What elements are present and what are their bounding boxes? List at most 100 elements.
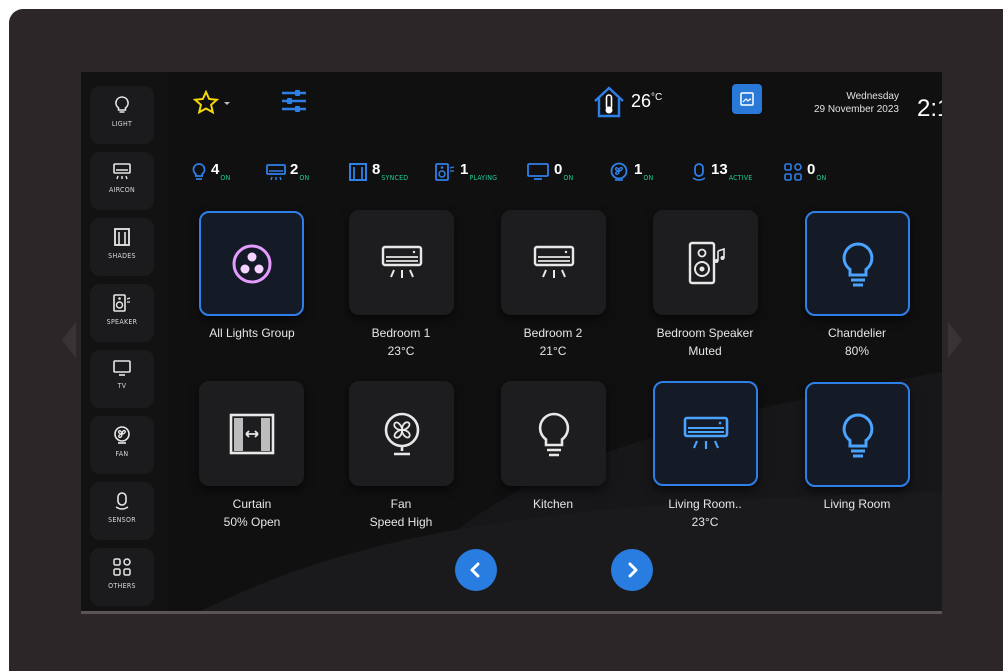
device-label: Curtain 50% Open bbox=[177, 495, 327, 531]
device-label: Kitchen bbox=[478, 495, 628, 513]
grid-icon bbox=[113, 558, 131, 576]
temperature-unit: °C bbox=[651, 92, 663, 103]
lights-group-icon bbox=[232, 244, 271, 283]
full-date: 29 November 2023 bbox=[813, 104, 899, 115]
device-tile-all-lights-group[interactable] bbox=[199, 211, 304, 316]
sidebar-item-speaker[interactable]: SPEAKER bbox=[90, 284, 154, 342]
curtain-icon bbox=[229, 413, 274, 454]
aircon-icon bbox=[266, 164, 286, 181]
fan-icon bbox=[384, 412, 419, 455]
device-name: Bedroom 2 bbox=[523, 326, 583, 340]
status-count: 0 bbox=[807, 161, 816, 178]
status-label: ON bbox=[220, 174, 231, 182]
device-state: Speed High bbox=[369, 515, 433, 529]
sensor-icon bbox=[115, 492, 129, 510]
sidebar-item-shades[interactable]: SHADES bbox=[90, 218, 154, 276]
device-state: 23°C bbox=[387, 344, 415, 358]
status-tv: 0 ON bbox=[526, 162, 573, 188]
image-icon bbox=[740, 92, 754, 106]
screen-bottom-edge bbox=[81, 611, 942, 614]
previous-page-button[interactable] bbox=[455, 549, 497, 591]
favorites-button[interactable] bbox=[192, 89, 233, 121]
touch-screen: LIGHT AIRCON SHADES SPEAKER TV FAN SENSO… bbox=[81, 72, 942, 611]
device-tile-kitchen[interactable] bbox=[501, 381, 606, 486]
lightbulb-icon bbox=[842, 241, 873, 286]
device-state: 23°C bbox=[691, 515, 719, 529]
aircon-icon bbox=[683, 416, 728, 449]
sidebar-item-tv[interactable]: TV bbox=[90, 350, 154, 408]
grid-icon bbox=[784, 163, 802, 181]
tv-icon bbox=[113, 360, 131, 376]
sidebar-item-aircon[interactable]: AIRCON bbox=[90, 152, 154, 210]
device-tile-bedroom-2[interactable] bbox=[501, 210, 606, 315]
status-label: ON bbox=[563, 174, 574, 182]
sidebar-item-label: SHADES bbox=[108, 252, 136, 260]
status-label: ON bbox=[643, 174, 654, 182]
status-count: 2 bbox=[290, 161, 299, 178]
device-label: Bedroom 2 21°C bbox=[478, 324, 628, 360]
chevron-right-icon bbox=[628, 562, 638, 578]
device-name: All Lights Group bbox=[209, 326, 295, 340]
sidebar-item-light[interactable]: LIGHT bbox=[90, 86, 154, 144]
sidebar-item-fan[interactable]: FAN bbox=[90, 416, 154, 474]
sidebar-item-label: SPEAKER bbox=[106, 318, 138, 326]
tv-icon bbox=[527, 163, 549, 180]
device-label: Bedroom Speaker Muted bbox=[630, 324, 780, 360]
device-name: Living Room.. bbox=[668, 497, 742, 511]
date-display: Wednesday 29 November 2023 bbox=[787, 90, 899, 116]
fan-icon bbox=[114, 426, 130, 444]
status-lights: 4 ON bbox=[191, 162, 230, 188]
star-icon bbox=[192, 89, 230, 115]
speaker-icon bbox=[113, 294, 131, 312]
device-tile-living-room-light[interactable] bbox=[805, 382, 910, 487]
device-tile-fan[interactable] bbox=[349, 381, 454, 486]
status-label: SYNCED bbox=[381, 174, 409, 182]
aircon-icon bbox=[113, 163, 131, 180]
device-label: Living Room bbox=[782, 495, 932, 513]
device-tile-living-room-aircon[interactable] bbox=[653, 381, 758, 486]
status-speaker: 1 PLAYING bbox=[434, 162, 497, 188]
sidebar-item-label: SENSOR bbox=[108, 516, 136, 524]
device-state: 50% Open bbox=[223, 515, 281, 529]
device-name: Kitchen bbox=[532, 497, 574, 511]
shades-icon bbox=[349, 163, 367, 181]
next-page-button[interactable] bbox=[611, 549, 653, 591]
status-label: PLAYING bbox=[469, 174, 498, 182]
status-shades: 8 SYNCED bbox=[348, 162, 408, 188]
temperature-readout: 26°C bbox=[631, 91, 662, 112]
device-name: Living Room bbox=[823, 497, 891, 511]
wallpaper-button[interactable] bbox=[732, 84, 762, 114]
header-bar: 26°C Wednesday 29 November 2023 2:10PM bbox=[167, 72, 942, 136]
fan-icon bbox=[610, 162, 628, 181]
device-tile-bedroom-speaker[interactable] bbox=[653, 210, 758, 315]
device-label: Fan Speed High bbox=[326, 495, 476, 531]
temperature-value: 26 bbox=[631, 91, 652, 111]
device-label: All Lights Group bbox=[177, 324, 327, 342]
sidebar-item-label: OTHERS bbox=[108, 582, 136, 590]
aircon-icon bbox=[533, 245, 574, 278]
sidebar-item-label: LIGHT bbox=[111, 120, 133, 128]
sidebar-item-sensor[interactable]: SENSOR bbox=[90, 482, 154, 540]
device-tile-curtain[interactable] bbox=[199, 381, 304, 486]
day-of-week: Wednesday bbox=[846, 91, 899, 102]
status-label: ON bbox=[816, 174, 827, 182]
device-label: Bedroom 1 23°C bbox=[326, 324, 476, 360]
sidebar-item-label: FAN bbox=[115, 450, 129, 458]
device-tile-bedroom-1[interactable] bbox=[349, 210, 454, 315]
sidebar-item-others[interactable]: OTHERS bbox=[90, 548, 154, 606]
settings-sliders-button[interactable] bbox=[280, 88, 308, 119]
status-label: ON bbox=[299, 174, 310, 182]
device-tile-chandelier[interactable] bbox=[805, 211, 910, 316]
device-name: Bedroom Speaker bbox=[656, 326, 754, 340]
device-state: 80% bbox=[844, 344, 870, 358]
device-state: Muted bbox=[688, 344, 722, 358]
chevron-left-icon bbox=[470, 562, 480, 578]
bezel-right-chevron bbox=[948, 322, 962, 358]
status-count: 0 bbox=[554, 161, 563, 178]
status-sensor: 13 ACTIVE bbox=[691, 162, 752, 188]
device-name: Curtain bbox=[232, 497, 272, 511]
sensor-icon bbox=[692, 163, 706, 181]
status-count: 8 bbox=[372, 161, 381, 178]
status-label: ACTIVE bbox=[728, 174, 753, 182]
speaker-icon bbox=[688, 241, 725, 284]
